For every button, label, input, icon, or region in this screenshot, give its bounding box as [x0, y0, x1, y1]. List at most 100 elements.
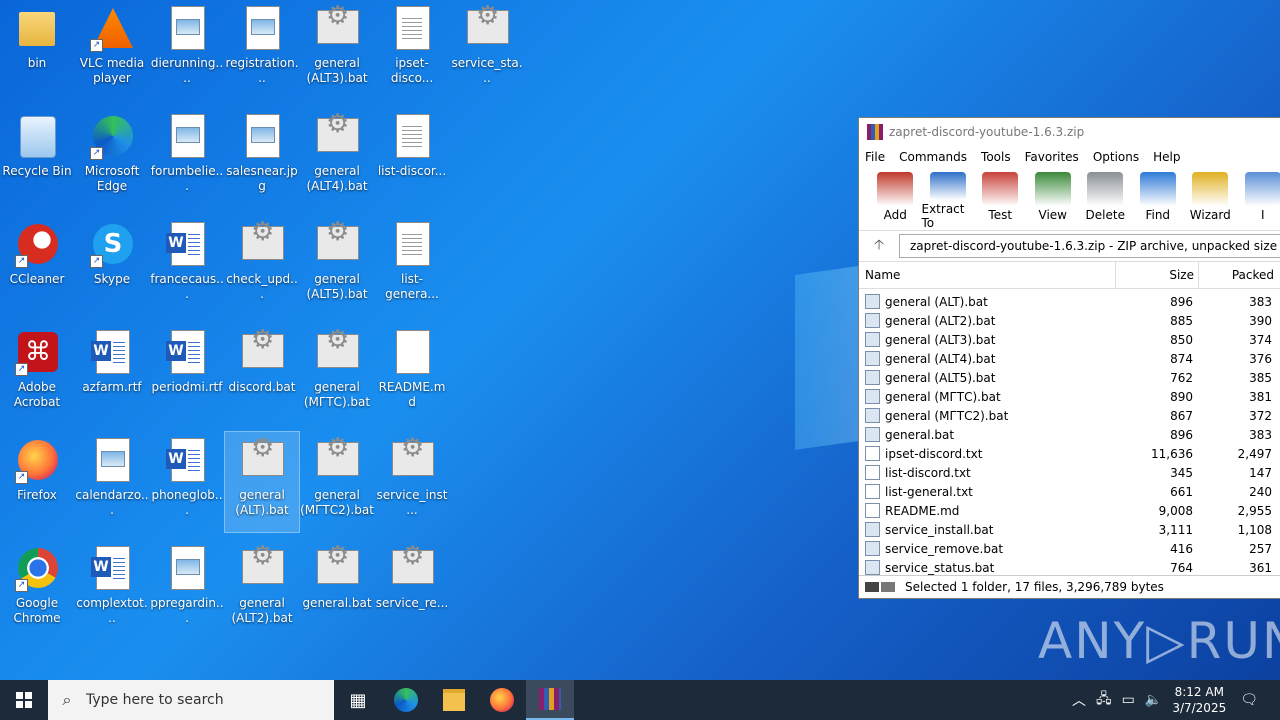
desktop-icon[interactable]: general (ALT4).bat — [300, 108, 374, 208]
desktop-icon[interactable]: general (МГТС).bat — [300, 324, 374, 424]
batch-file-icon — [317, 9, 359, 44]
toolbar-button[interactable]: Find — [1132, 168, 1185, 230]
up-arrow-icon[interactable]: 🡡 — [859, 234, 899, 258]
menu-tools[interactable]: Tools — [981, 150, 1011, 164]
file-row[interactable]: general (ALT5).bat 762 385 — [859, 368, 1280, 387]
desktop-icon[interactable]: discord.bat — [225, 324, 299, 424]
desktop-icon[interactable]: ↗ Google Chrome — [0, 540, 74, 640]
desktop-icon[interactable]: general (ALT3).bat — [300, 0, 374, 100]
notification-icon[interactable]: 🗨 — [1240, 692, 1258, 708]
file-name: general (МГТС2).bat — [885, 408, 1009, 423]
desktop-icon[interactable]: list-genera... — [375, 216, 449, 316]
desktop-icon[interactable]: README.md — [375, 324, 449, 424]
desktop-icon[interactable]: Wperiodmi.rtf — [150, 324, 224, 424]
title-bar[interactable]: zapret-discord-youtube-1.6.3.zip — [859, 118, 1280, 146]
file-packed: 257 — [1249, 541, 1272, 556]
file-row[interactable]: service_install.bat 3,111 1,108 — [859, 520, 1280, 539]
toolbar-icon — [1244, 172, 1280, 206]
volume-icon[interactable]: 🔈 — [1145, 692, 1162, 708]
wallpaper-beam — [795, 265, 865, 450]
desktop-icon[interactable]: general (ALT5).bat — [300, 216, 374, 316]
desktop-icon[interactable]: bin — [0, 0, 74, 100]
desktop-icon[interactable]: ⌘ ↗ Adobe Acrobat — [0, 324, 74, 424]
desktop-icon[interactable]: Wphoneglob... — [150, 432, 224, 532]
file-row[interactable]: list-general.txt 661 240 — [859, 482, 1280, 501]
desktop-icon[interactable]: salesnear.jpg — [225, 108, 299, 208]
desktop-icon[interactable]: ipset-disco... — [375, 0, 449, 100]
taskbar-search[interactable]: ⌕ Type here to search — [48, 680, 334, 720]
desktop-icon-label: general (ALT3).bat — [306, 56, 368, 85]
menu-file[interactable]: File — [865, 150, 885, 164]
file-row[interactable]: general (МГТС).bat 890 381 — [859, 387, 1280, 406]
column-packed[interactable]: Packed — [1199, 262, 1276, 288]
menu-favorites[interactable]: Favorites — [1025, 150, 1079, 164]
winrar-window[interactable]: zapret-discord-youtube-1.6.3.zip File Co… — [858, 117, 1280, 599]
desktop-icon[interactable]: ppregardin... — [150, 540, 224, 640]
desktop-icon[interactable]: forumbelie... — [150, 108, 224, 208]
menu-commands[interactable]: Commands — [899, 150, 967, 164]
toolbar-button[interactable]: Test — [974, 168, 1027, 230]
file-size: 850 — [1170, 332, 1193, 347]
desktop-icon[interactable]: service_inst... — [375, 432, 449, 532]
desktop-icon[interactable]: Wazfarm.rtf — [75, 324, 149, 424]
file-explorer-icon[interactable] — [430, 680, 478, 720]
monitor-icon[interactable]: ▭ — [1122, 692, 1135, 708]
file-size: 874 — [1170, 351, 1193, 366]
desktop-icon-label: README.md — [378, 380, 446, 409]
archive-path-field[interactable]: zapret-discord-youtube-1.6.3.zip - ZIP a… — [899, 234, 1280, 258]
desktop-icon[interactable]: check_upd... — [225, 216, 299, 316]
toolbar-button[interactable]: View — [1027, 168, 1080, 230]
firefox-taskbar-icon[interactable] — [478, 680, 526, 720]
desktop-icon[interactable]: Recycle Bin — [0, 108, 74, 208]
desktop-icon[interactable]: dierunning.... — [150, 0, 224, 100]
word-document-icon: W — [166, 222, 205, 266]
winrar-taskbar-icon[interactable] — [526, 680, 574, 720]
desktop-icon[interactable]: ↗ VLC media player — [75, 0, 149, 100]
desktop-icon[interactable]: service_re... — [375, 540, 449, 640]
desktop-icon[interactable]: general (ALT).bat — [224, 431, 300, 533]
clock[interactable]: 8:12 AM 3/7/2025 — [1172, 684, 1226, 716]
menu-options[interactable]: Options — [1093, 150, 1139, 164]
toolbar-button[interactable]: Delete — [1079, 168, 1132, 230]
menu-help[interactable]: Help — [1153, 150, 1180, 164]
desktop-icon[interactable]: service_sta... — [450, 0, 524, 100]
file-row[interactable]: general (ALT3).bat 850 374 — [859, 330, 1280, 349]
network-icon[interactable]: 🖧 — [1096, 688, 1112, 712]
file-size: 416 — [1170, 541, 1193, 556]
file-row[interactable]: list-discord.txt 345 147 — [859, 463, 1280, 482]
desktop-icon[interactable]: ↗ Firefox — [0, 432, 74, 532]
desktop-icon[interactable]: general (МГТС2).bat — [300, 432, 374, 532]
address-bar: 🡡 zapret-discord-youtube-1.6.3.zip - ZIP… — [859, 231, 1280, 262]
file-row[interactable]: general (МГТС2).bat 867 372 — [859, 406, 1280, 425]
toolbar-button[interactable]: I — [1237, 168, 1280, 230]
toolbar-button[interactable]: Wizard — [1184, 168, 1237, 230]
file-row[interactable]: general (ALT2).bat 885 390 — [859, 311, 1280, 330]
desktop-icon[interactable]: general.bat — [300, 540, 374, 640]
chevron-up-icon[interactable]: ︿ — [1072, 690, 1086, 710]
file-row[interactable]: general (ALT4).bat 874 376 — [859, 349, 1280, 368]
toolbar-icon — [1139, 172, 1176, 206]
desktop-icon[interactable]: calendarzo... — [75, 432, 149, 532]
desktop-icon[interactable]: ↗ CCleaner — [0, 216, 74, 316]
file-row[interactable]: service_remove.bat 416 257 — [859, 539, 1280, 558]
file-row[interactable]: general.bat 896 383 — [859, 425, 1280, 444]
desktop-icon[interactable]: S ↗ Skype — [75, 216, 149, 316]
file-row[interactable]: README.md 9,008 2,955 — [859, 501, 1280, 520]
desktop-icon[interactable]: list-discor... — [375, 108, 449, 208]
desktop-icon[interactable]: general (ALT2).bat — [225, 540, 299, 640]
toolbar-button[interactable]: Extract To — [922, 168, 975, 230]
column-size[interactable]: Size — [1116, 262, 1199, 288]
file-row[interactable]: ipset-discord.txt 11,636 2,497 — [859, 444, 1280, 463]
desktop-icon[interactable]: Wfrancecaus... — [150, 216, 224, 316]
column-name[interactable]: Name — [859, 262, 1116, 288]
file-row[interactable]: general (ALT).bat 896 383 — [859, 292, 1280, 311]
desktop-icon[interactable]: Wcomplextot... — [75, 540, 149, 640]
desktop-icon-label: azfarm.rtf — [82, 380, 142, 394]
toolbar-button[interactable]: Add — [869, 168, 922, 230]
start-button[interactable] — [0, 680, 48, 720]
task-view-icon[interactable]: ▦ — [334, 680, 382, 720]
desktop-icon-label: general (ALT5).bat — [306, 272, 368, 301]
desktop-icon[interactable]: registration... — [225, 0, 299, 100]
edge-taskbar-icon[interactable] — [382, 680, 430, 720]
desktop-icon[interactable]: ↗ Microsoft Edge — [75, 108, 149, 208]
